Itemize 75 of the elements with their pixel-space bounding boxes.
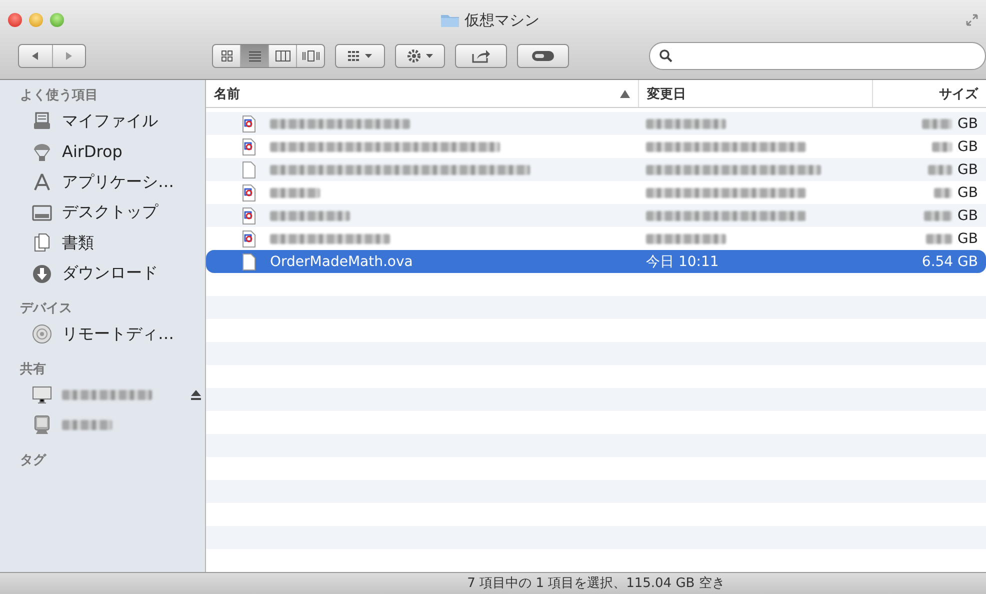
sidebar-item[interactable]: デスクトップ <box>62 202 158 224</box>
file-row[interactable]: OrderMadeMath.ova 今日 10:11 6.54 GB <box>206 250 986 273</box>
columns-icon <box>274 50 290 62</box>
redacted-text <box>926 234 952 244</box>
search-icon <box>659 49 673 63</box>
documents-icon <box>32 233 52 254</box>
share-icon <box>471 48 491 64</box>
action-button[interactable] <box>395 44 445 68</box>
sidebar-item[interactable]: アプリケーシ… <box>62 172 174 193</box>
folder-icon <box>440 13 458 27</box>
sidebar-item[interactable]: ダウンロード <box>62 263 158 284</box>
redacted-text <box>62 420 112 430</box>
tag-button[interactable] <box>517 44 569 68</box>
parachute-icon <box>32 142 52 162</box>
size-unit: GB <box>958 138 978 154</box>
window-title: 仮想マシン <box>464 10 540 30</box>
document-icon <box>242 160 256 178</box>
list-icon <box>248 50 262 62</box>
arrange-button[interactable] <box>335 44 385 68</box>
grid-icon <box>220 50 234 62</box>
file-name: OrderMadeMath.ova <box>270 254 413 270</box>
column-header[interactable]: サイズ <box>872 80 986 107</box>
document-icon <box>242 252 256 270</box>
monitor-icon <box>32 384 52 405</box>
sidebar-item[interactable]: マイファイル <box>62 110 158 132</box>
size-unit: GB <box>958 162 978 178</box>
search-field[interactable] <box>649 42 986 70</box>
virtual-machine-file-icon <box>242 184 256 202</box>
column-header[interactable]: 変更日 <box>638 80 872 107</box>
modified-date: 今日 10:11 <box>646 252 719 270</box>
download-icon <box>32 264 52 284</box>
virtual-machine-file-icon <box>242 114 256 132</box>
column-header[interactable]: 名前 <box>206 80 638 107</box>
file-row[interactable]: GB <box>206 112 986 135</box>
gear-icon <box>406 48 434 64</box>
sidebar-item[interactable]: AirDrop <box>62 142 122 162</box>
virtual-machine-file-icon <box>242 138 256 156</box>
redacted-text <box>270 188 320 198</box>
redacted-text <box>922 118 952 128</box>
size-unit: GB <box>958 116 978 132</box>
sidebar-item[interactable]: 書類 <box>62 232 94 254</box>
redacted-text <box>932 142 952 152</box>
list-view-button[interactable] <box>240 45 268 67</box>
view-mode-control[interactable] <box>212 44 325 68</box>
sidebar-heading: 共有 <box>20 360 47 378</box>
status-bar: 7 項目中の 1 項目を選択、115.04 GB 空き <box>0 572 986 594</box>
virtual-machine-file-icon <box>242 230 256 248</box>
file-row[interactable]: GB <box>206 158 986 181</box>
virtual-machine-file-icon <box>242 206 256 224</box>
computer-icon <box>32 415 52 436</box>
share-button[interactable] <box>455 44 507 68</box>
drawer-icon <box>32 111 52 132</box>
sidebar-item[interactable]: リモートディ… <box>62 324 174 345</box>
fullscreen-icon[interactable] <box>966 14 978 26</box>
back-icon[interactable] <box>30 51 40 61</box>
file-row[interactable]: GB <box>206 204 986 227</box>
size-unit: GB <box>958 184 978 200</box>
back-forward-control[interactable] <box>18 44 86 68</box>
close-button[interactable] <box>8 13 22 27</box>
applications-icon <box>32 172 52 192</box>
arrange-icon <box>347 50 373 62</box>
cover-flow-icon <box>302 50 320 62</box>
sidebar-heading: タグ <box>20 452 48 470</box>
desktop-icon <box>32 202 52 223</box>
sidebar-heading: デバイス <box>20 300 73 318</box>
size-unit: GB <box>958 208 978 224</box>
disc-icon <box>32 324 52 344</box>
redacted-text <box>934 188 952 198</box>
sidebar-heading: よく使う項目 <box>20 87 99 105</box>
size-unit: GB <box>958 230 978 246</box>
redacted-text <box>928 164 952 174</box>
toggle-icon <box>531 50 555 62</box>
redacted-text <box>924 210 952 220</box>
eject-icon[interactable] <box>190 388 202 401</box>
file-size: 6.54 GB <box>922 254 978 270</box>
